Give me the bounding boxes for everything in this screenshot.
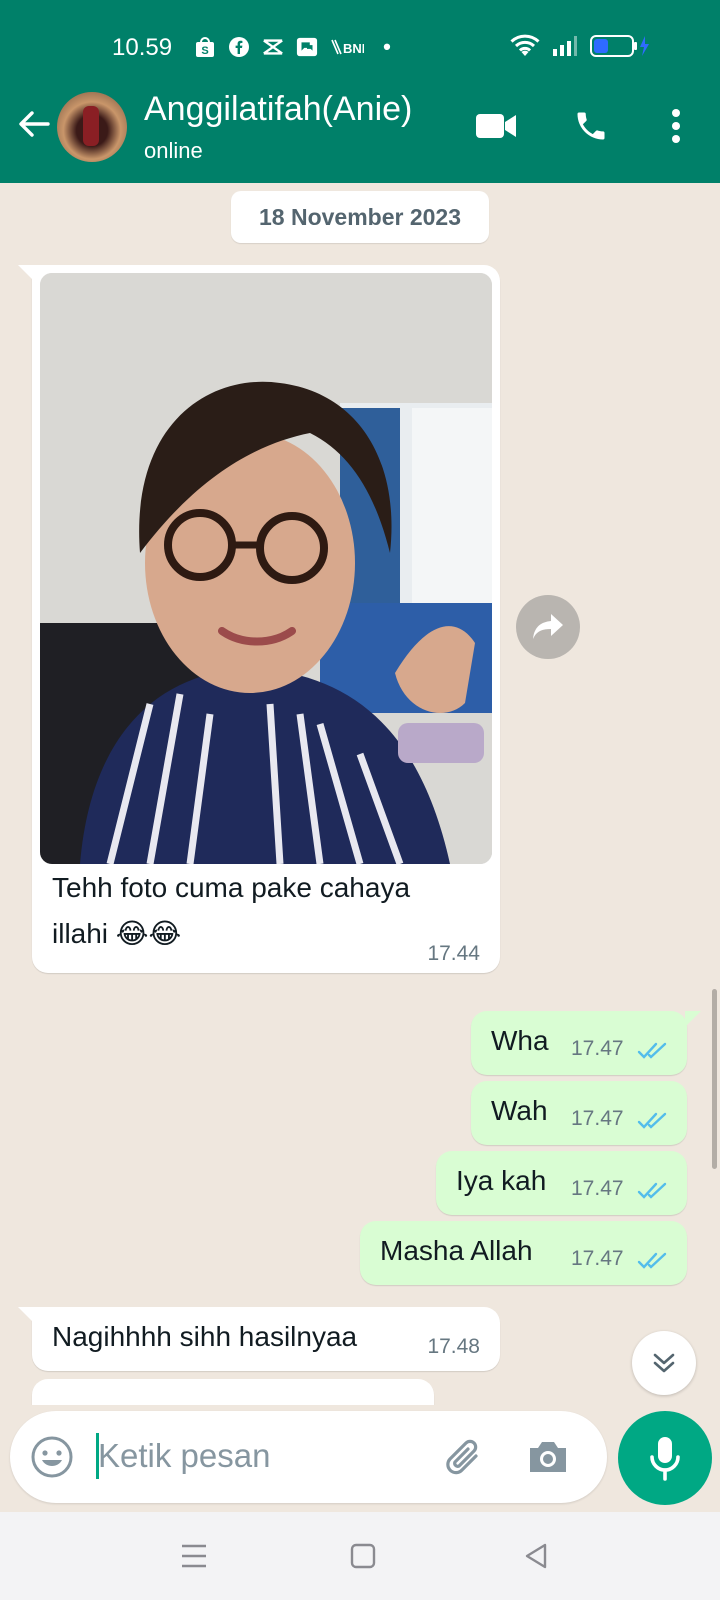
status-time: 10.59 [112, 34, 173, 61]
capcut-icon [262, 36, 284, 58]
message-text: Nagihhhh sihh hasilnyaa [52, 1321, 358, 1352]
message-input[interactable]: Ketik pesan [98, 1437, 270, 1475]
contact-name[interactable]: Anggilatifah(Anie) [144, 90, 412, 129]
scroll-to-bottom-button[interactable] [632, 1331, 696, 1395]
incoming-message[interactable]: Nagihhhh sihh hasilnyaa 17.48 [18, 1307, 500, 1371]
incoming-message-partial[interactable] [32, 1379, 434, 1405]
svg-text:S: S [201, 45, 208, 57]
read-receipt-icon [637, 1112, 667, 1129]
emoji-button[interactable] [28, 1433, 76, 1481]
forward-button[interactable] [516, 595, 580, 659]
outgoing-message[interactable]: Masha Allah 17.47 [360, 1221, 687, 1285]
caption-line: Tehh foto cuma pake cahaya [52, 872, 411, 903]
bubble-tail [18, 1307, 34, 1323]
message-time: 17.44 [427, 942, 480, 965]
outgoing-message[interactable]: Wha 17.47 [471, 1011, 701, 1075]
recent-apps-button[interactable] [172, 1534, 216, 1578]
camera-button[interactable] [524, 1433, 572, 1481]
read-receipt-icon [637, 1042, 667, 1059]
contact-status: online [144, 138, 203, 163]
bank-label: BNI [343, 41, 364, 56]
attach-icon [446, 1439, 478, 1475]
photo-image [40, 273, 492, 864]
back-button[interactable] [14, 104, 54, 144]
chat-header: 10.59 S BNI • Anggilatifah(Anie) online [0, 0, 720, 183]
system-icons [510, 34, 652, 63]
back-triangle-icon [525, 1543, 547, 1569]
message-time: 17.48 [427, 1335, 480, 1358]
read-receipt-icon [637, 1182, 667, 1199]
back-arrow-icon [19, 111, 50, 137]
message-text: Wah [491, 1095, 548, 1126]
more-options-icon [672, 109, 680, 143]
read-receipt-icon [637, 1252, 667, 1269]
message-time: 17.47 [571, 1037, 624, 1060]
back-nav-button[interactable] [514, 1534, 558, 1578]
voice-message-button[interactable] [618, 1411, 712, 1505]
system-navigation-bar [0, 1512, 720, 1600]
message-text: Masha Allah [380, 1235, 533, 1266]
bubble-tail [18, 265, 34, 281]
notification-icons: S BNI • [194, 34, 398, 59]
bubble-tail [685, 1011, 701, 1027]
emoji-icon [31, 1436, 73, 1478]
contact-avatar[interactable] [57, 92, 127, 162]
chat-scrollbar[interactable] [712, 989, 717, 1169]
image-caption: Tehh foto cuma pake cahaya illahi 😂😂 [52, 865, 472, 957]
scroll-down-icon [653, 1353, 675, 1373]
signal-icon [552, 35, 578, 62]
message-composer[interactable]: Ketik pesan [10, 1411, 607, 1503]
voice-call-button[interactable] [569, 104, 613, 148]
status-bar: 10.59 S BNI • [0, 0, 720, 92]
message-text: Wha [491, 1025, 549, 1056]
camera-icon [530, 1442, 566, 1472]
shared-photo[interactable] [40, 273, 492, 864]
outgoing-message[interactable]: Iya kah 17.47 [436, 1151, 687, 1215]
message-time: 17.47 [571, 1247, 624, 1270]
attach-button[interactable] [440, 1433, 488, 1481]
home-square-icon [350, 1543, 376, 1569]
video-call-icon [476, 114, 516, 138]
messages-icon [296, 36, 318, 58]
wifi-icon [510, 34, 540, 63]
message-text: Iya kah [456, 1165, 547, 1196]
facebook-icon [228, 36, 250, 58]
forward-icon [533, 614, 563, 639]
caption-line: illahi 😂😂 [52, 918, 182, 949]
video-call-button[interactable] [474, 104, 518, 148]
menu-icon [182, 1544, 206, 1568]
outgoing-message[interactable]: Wah 17.47 [471, 1081, 687, 1145]
more-notifications-dot: • [383, 34, 391, 59]
message-list[interactable]: 18 November 2023 Tehh foto cuma pake cah… [0, 183, 720, 1405]
incoming-image-message[interactable]: Tehh foto cuma pake cahaya illahi 😂😂 17.… [18, 265, 500, 973]
message-time: 17.47 [571, 1177, 624, 1200]
bank-icon: BNI [330, 36, 364, 58]
shop-notification-icon: S [194, 36, 216, 58]
voice-call-icon [577, 112, 605, 140]
microphone-icon [650, 1437, 680, 1481]
date-separator: 18 November 2023 [231, 191, 489, 243]
more-options-button[interactable] [654, 104, 698, 148]
home-button[interactable] [341, 1534, 385, 1578]
battery-icon [590, 34, 652, 63]
message-time: 17.47 [571, 1107, 624, 1130]
